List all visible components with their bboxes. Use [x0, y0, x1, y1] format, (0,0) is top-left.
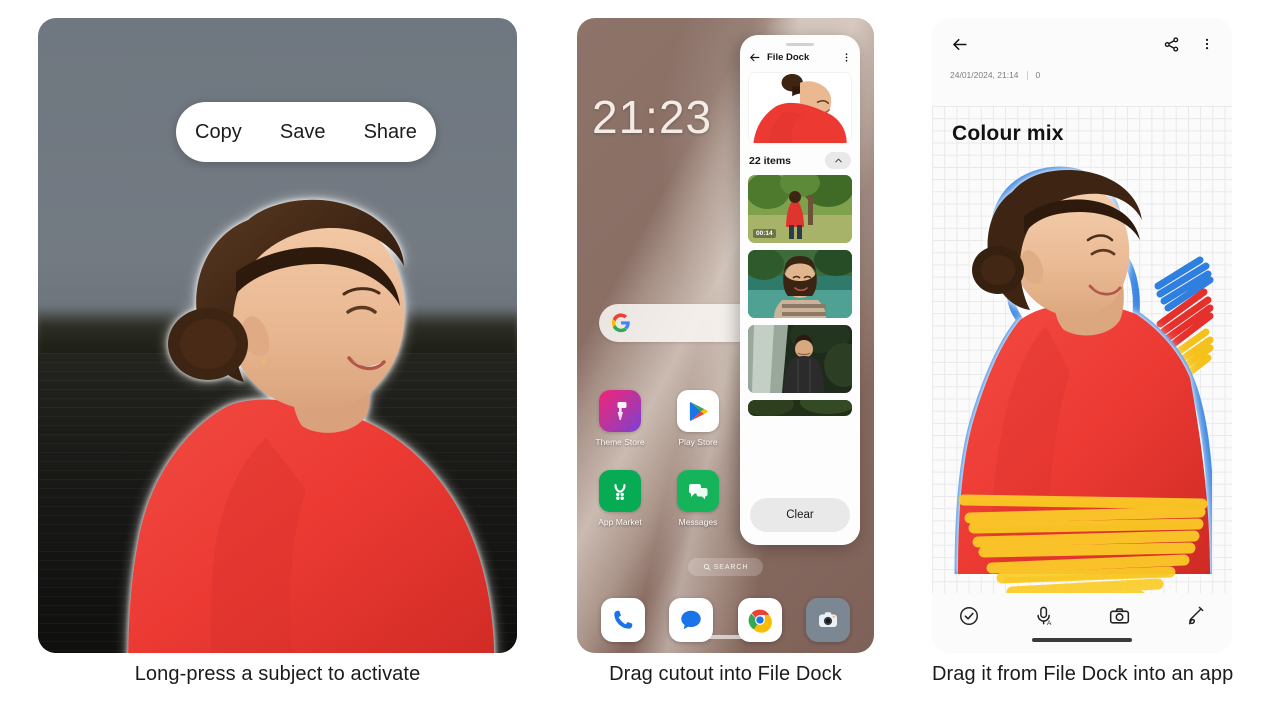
theme-store-icon	[599, 390, 641, 432]
panel-long-press-demo: Copy Save Share	[38, 18, 517, 653]
list-item[interactable]	[748, 250, 852, 318]
metadata-divider	[1026, 70, 1028, 80]
copy-button[interactable]: Copy	[189, 117, 248, 148]
file-dock-item-list: 00:14	[740, 175, 860, 416]
item-count-label: 22 items	[749, 154, 792, 167]
lockscreen-clock: 21:23	[592, 91, 713, 143]
share-icon[interactable]	[1163, 36, 1180, 53]
save-button[interactable]: Save	[274, 117, 332, 148]
subject-cutout[interactable]	[116, 176, 516, 653]
caption-panel-1: Long-press a subject to activate	[134, 663, 421, 685]
dock-phone[interactable]	[601, 598, 646, 642]
voice-input-icon[interactable]: A	[1033, 605, 1055, 627]
search-pill-label: SEARCH	[713, 563, 749, 571]
app-play-store[interactable]: Play Store	[663, 390, 733, 447]
note-toolbar: A	[932, 593, 1232, 653]
caption-panel-2: Drag cutout into File Dock	[609, 663, 842, 685]
back-arrow-icon[interactable]	[748, 51, 761, 64]
chevron-up-icon	[834, 158, 842, 163]
note-metadata: 24/01/2024, 21:14 0	[932, 70, 1232, 88]
search-icon	[703, 563, 711, 571]
note-timestamp: 24/01/2024, 21:14	[950, 70, 1019, 80]
list-item[interactable]	[748, 400, 852, 416]
note-counter: 0	[1035, 70, 1041, 80]
clear-button[interactable]: Clear	[750, 498, 850, 532]
context-menu[interactable]: Copy Save Share	[176, 102, 436, 162]
app-label: Theme Store	[595, 437, 645, 447]
caption-panel-3: Drag it from File Dock into an app	[932, 663, 1234, 685]
search-pill[interactable]: SEARCH	[688, 558, 763, 576]
back-arrow-icon[interactable]	[950, 35, 969, 54]
video-duration-badge: 00:14	[753, 229, 776, 238]
panel-note-app-demo: 24/01/2024, 21:14 0 Colour mix A	[932, 18, 1232, 653]
app-messages[interactable]: Messages	[663, 470, 733, 527]
list-item[interactable]: 00:14	[748, 175, 852, 243]
pen-icon[interactable]	[1184, 605, 1206, 627]
svg-text:A: A	[1047, 620, 1052, 627]
app-label: App Market	[598, 517, 642, 527]
file-dock-footer: Clear	[740, 485, 860, 545]
file-dock-count-row: 22 items	[740, 144, 860, 175]
file-dock-panel[interactable]: File Dock 22 items 00:14 Clear	[740, 35, 860, 545]
app-label: Messages	[678, 517, 718, 527]
yellow-highlighter-scribble	[958, 494, 1208, 593]
list-item[interactable]	[748, 325, 852, 393]
home-indicator	[1032, 638, 1132, 642]
file-dock-header: File Dock	[740, 46, 860, 70]
note-header	[932, 18, 1232, 70]
note-canvas[interactable]: Colour mix	[932, 106, 1232, 593]
more-vertical-icon[interactable]	[1200, 36, 1214, 52]
google-g-icon	[611, 313, 630, 333]
panel-file-dock-demo: 21:23 Theme Store Play Store App Market …	[577, 18, 874, 653]
note-title[interactable]: Colour mix	[952, 122, 1064, 146]
app-label: Play Store	[678, 437, 718, 447]
camera-icon[interactable]	[1108, 605, 1131, 628]
more-vertical-icon[interactable]	[841, 52, 852, 63]
file-dock-title: File Dock	[767, 52, 810, 63]
messages-icon	[677, 470, 719, 512]
app-market-icon	[599, 470, 641, 512]
check-circle-icon[interactable]	[958, 605, 980, 627]
file-dock-hero-thumbnail[interactable]	[748, 72, 852, 144]
play-store-icon	[677, 390, 719, 432]
collapse-button[interactable]	[825, 152, 851, 169]
share-button[interactable]: Share	[358, 117, 423, 148]
app-theme-store[interactable]: Theme Store	[585, 390, 655, 447]
app-app-market[interactable]: App Market	[585, 470, 655, 527]
home-indicator	[673, 635, 778, 639]
dock-camera[interactable]	[805, 598, 850, 642]
screenshot-stage: Copy Save Share Long-press a subject to …	[0, 0, 1270, 714]
